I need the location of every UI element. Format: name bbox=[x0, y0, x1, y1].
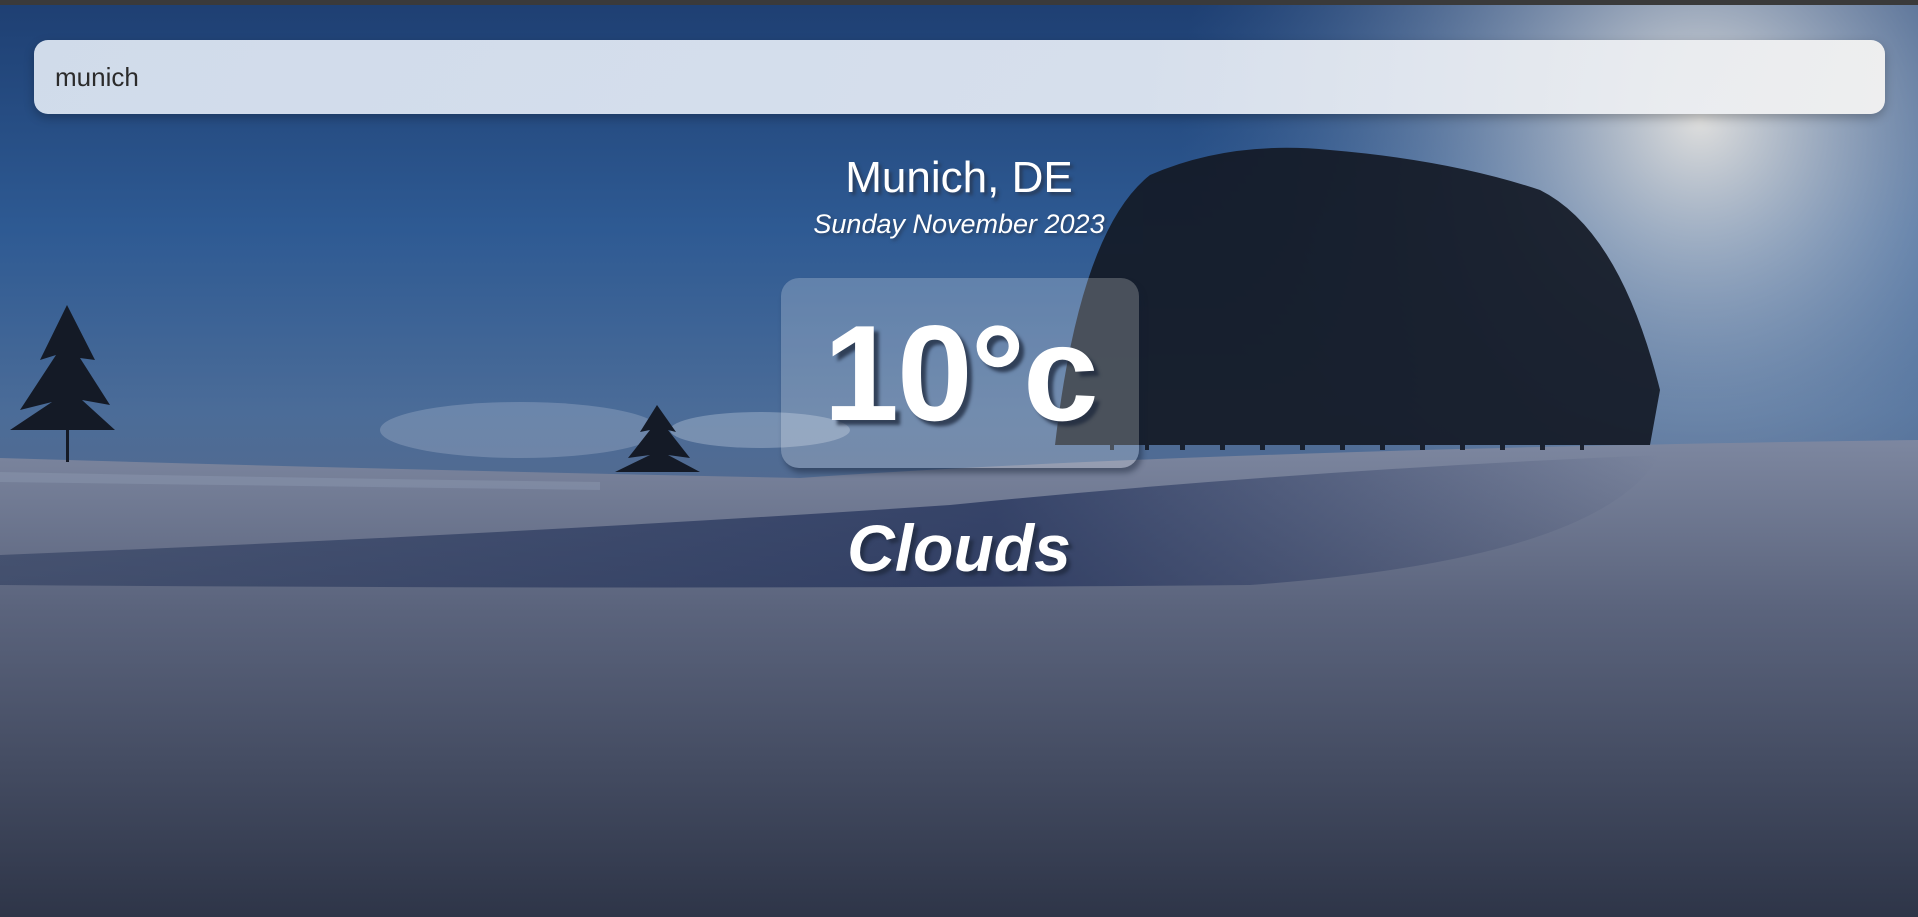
city-name: Munich, DE bbox=[845, 153, 1073, 202]
weather-condition: Clouds bbox=[847, 511, 1071, 585]
search-bar[interactable] bbox=[34, 40, 1885, 114]
current-date: Sunday November 2023 bbox=[813, 209, 1105, 239]
browser-top-edge bbox=[0, 0, 1918, 5]
temperature-card: 10°c bbox=[781, 278, 1139, 468]
city-search-input[interactable] bbox=[34, 40, 1885, 114]
location-block: Munich, DE Sunday November 2023 bbox=[0, 152, 1918, 240]
temperature-value: 10°c bbox=[823, 297, 1098, 449]
